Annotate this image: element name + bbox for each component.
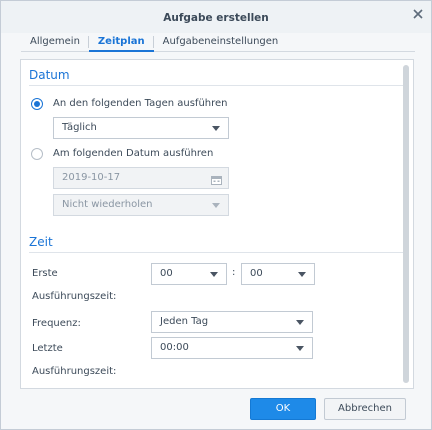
date-field[interactable]: 2019-10-17 (53, 167, 229, 189)
chevron-down-icon (296, 346, 304, 351)
chevron-down-icon (212, 126, 220, 131)
dialog-title: Aufgabe erstellen (163, 12, 269, 24)
last-run-select-value: 00:00 (160, 342, 189, 353)
days-select-value: Täglich (62, 122, 97, 133)
section-title-zeit: Zeit (29, 235, 53, 249)
section-divider (29, 252, 403, 253)
radio-run-on-days[interactable] (31, 98, 43, 110)
chevron-down-icon (296, 320, 304, 325)
first-run-label-line1: Erste (32, 268, 58, 279)
time-separator: : (232, 267, 236, 278)
close-icon[interactable] (411, 7, 425, 21)
last-run-label-line1: Letzte (32, 343, 63, 354)
repeat-select-value: Nicht wiederholen (62, 199, 153, 210)
tab-bar: Allgemein Zeitplan Aufgabeneinstellungen (21, 31, 415, 52)
chevron-down-icon (212, 203, 220, 208)
tab-label: Aufgabeneinstellungen (162, 36, 279, 47)
last-run-select[interactable]: 00:00 (151, 337, 313, 359)
radio-run-on-date[interactable] (31, 148, 43, 160)
repeat-select[interactable]: Nicht wiederholen (53, 194, 229, 216)
hour-select-value: 00 (160, 268, 173, 279)
first-run-hour-select[interactable]: 00 (151, 263, 227, 285)
ok-button[interactable]: OK (250, 398, 316, 420)
last-run-label-line2: Ausführungszeit: (32, 366, 117, 377)
first-run-label-line2: Ausführungszeit: (32, 291, 117, 302)
cancel-button[interactable]: Abbrechen (324, 398, 406, 420)
first-run-minute-select[interactable]: 00 (241, 263, 315, 285)
tab-label: Zeitplan (97, 36, 145, 47)
frequency-select[interactable]: Jeden Tag (151, 311, 313, 333)
dialog-footer: OK Abbrechen (1, 393, 431, 429)
chevron-down-icon (210, 272, 218, 277)
radio-run-on-days-label: An den folgenden Tagen ausführen (53, 98, 228, 109)
tab-allgemein[interactable]: Allgemein (21, 31, 89, 51)
create-task-dialog: Aufgabe erstellen Allgemein Zeitplan Auf… (0, 0, 432, 430)
tab-label: Allgemein (30, 36, 80, 47)
schedule-panel: Datum An den folgenden Tagen ausführen T… (20, 59, 414, 389)
section-divider (29, 85, 403, 86)
tab-aufgabeneinstellungen[interactable]: Aufgabeneinstellungen (154, 31, 288, 51)
tab-zeitplan[interactable]: Zeitplan (88, 31, 154, 52)
date-field-value: 2019-10-17 (62, 172, 121, 183)
panel-scrollbar[interactable] (403, 65, 409, 383)
radio-run-on-date-label: Am folgenden Datum ausführen (53, 148, 214, 159)
days-select[interactable]: Täglich (53, 117, 229, 139)
section-title-datum: Datum (29, 68, 70, 82)
chevron-down-icon (298, 272, 306, 277)
minute-select-value: 00 (250, 268, 263, 279)
calendar-icon[interactable] (211, 173, 222, 185)
frequency-label: Frequenz: (32, 318, 81, 329)
dialog-titlebar: Aufgabe erstellen (1, 1, 431, 33)
frequency-select-value: Jeden Tag (160, 316, 209, 327)
